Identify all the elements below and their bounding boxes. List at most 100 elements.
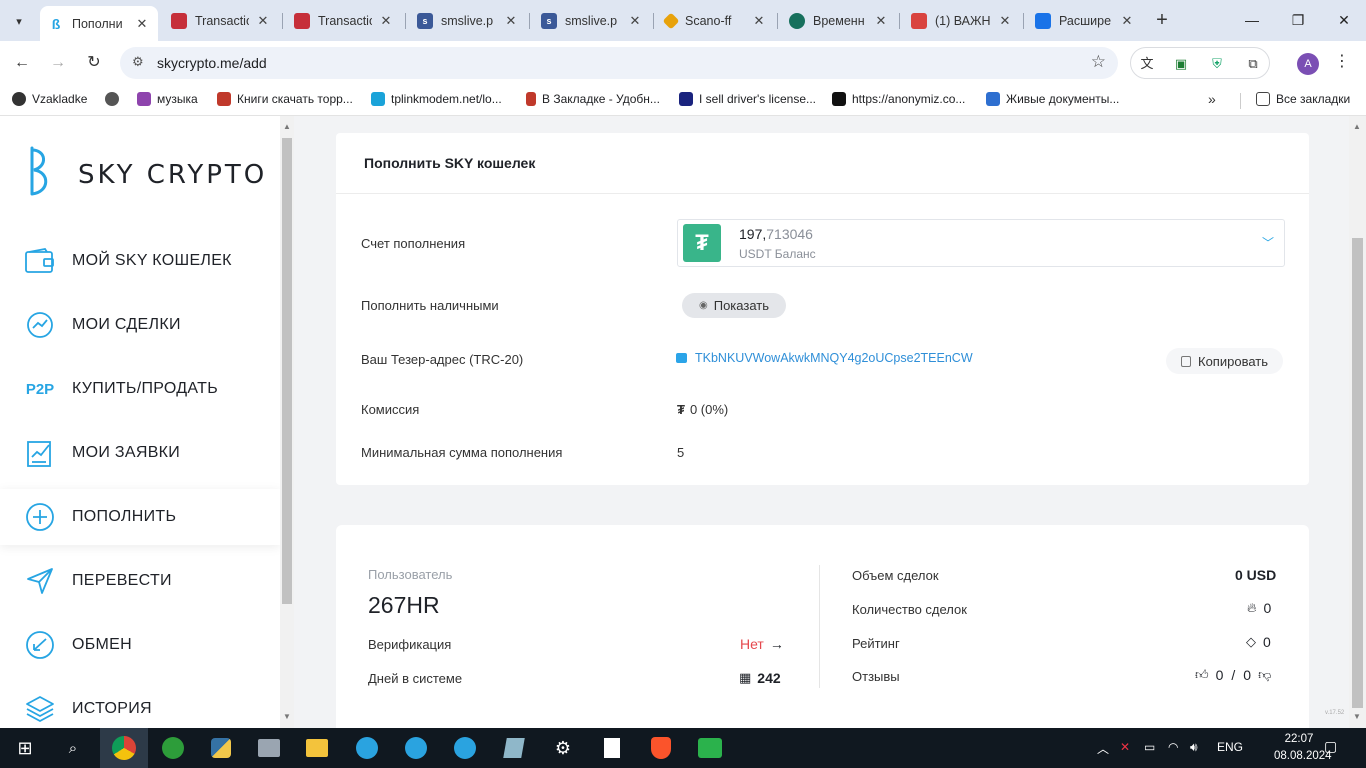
nav-item-history[interactable]: ИСТОРИЯ [0,681,280,728]
tab-scano[interactable]: Scano-ff ✕ [657,6,775,35]
tab-extensions[interactable]: Расшире ✕ [1027,6,1143,35]
chrome-taskbar-icon[interactable] [100,728,148,768]
close-icon[interactable]: ✕ [503,13,519,29]
file-explorer-icon[interactable] [302,733,332,763]
windows-start-icon[interactable]: ⊞ [10,733,40,763]
url-text[interactable]: skycrypto.me/add [157,55,267,71]
bookmark-item[interactable]: Vzakladke [12,92,87,106]
sms-icon: s [417,12,433,29]
scroll-up-icon[interactable]: ▲ [283,122,291,131]
network-manager-icon[interactable] [254,733,284,763]
nav-item-deposit[interactable]: ПОПОЛНИТЬ [0,489,280,545]
tab-label: Расшире [1059,13,1112,28]
bookmark-item[interactable]: Книги скачать торр... [217,92,353,106]
close-icon[interactable]: ✕ [997,13,1013,29]
bookmark-item[interactable]: tplinkmodem.net/lo... [371,92,502,106]
extension-robot-icon[interactable]: ▣ [1171,54,1191,74]
nav-item-deals[interactable]: МОИ СДЕЛКИ [0,297,280,353]
close-icon[interactable]: ✕ [627,13,643,29]
forward-arrow-icon[interactable]: → [45,51,71,75]
nav-item-exchange[interactable]: ОБМЕН [0,617,280,673]
telegram-icon[interactable] [450,733,480,763]
sidebar-scrollbar[interactable]: ▲ ▼ [280,116,294,728]
battery-icon[interactable]: ▭ [1144,740,1155,754]
settings-gear-icon[interactable]: ⚙ [548,733,578,763]
bookmark-item[interactable]: I sell driver's license... [679,92,816,106]
tray-overflow-icon[interactable]: ︿ [1097,740,1109,757]
bookmark-item[interactable]: Живые документы... [986,92,1119,106]
bookmark-item[interactable]: музыка [137,92,198,106]
translate-icon[interactable]: 文 [1137,54,1157,74]
address-text[interactable]: TKbNKUVWowAkwkMNQY4g2oUCpse2TEEnCW [695,351,973,365]
close-icon[interactable]: ✕ [255,13,271,29]
tab-transactions-2[interactable]: Transactio ✕ [286,6,402,35]
shield-extension-icon[interactable]: ⛨ [1207,54,1227,74]
tab-smslive-2[interactable]: s smslive.p ✕ [533,6,651,35]
show-button[interactable]: ◉ Показать [682,293,786,318]
scroll-up-icon[interactable]: ▲ [1353,122,1361,131]
chevron-down-icon[interactable]: ﹀ [1262,234,1274,251]
app-cube-icon[interactable] [499,733,529,763]
copy-button[interactable]: Копировать [1166,348,1283,374]
bookmark-star-icon[interactable]: ☆ [1091,52,1106,72]
eye-icon: ◉ [699,300,708,311]
tether-address[interactable]: TKbNKUVWowAkwkMNQY4g2oUCpse2TEEnCW [676,351,973,365]
bookmarks-overflow-icon[interactable]: » [1208,91,1216,107]
logo[interactable]: SKY CRYPTO [28,146,268,200]
tab-search-chevron-icon[interactable]: ▾ [6,8,32,34]
close-icon[interactable]: ✕ [751,13,767,29]
new-tab-plus-icon[interactable]: + [1150,9,1174,33]
tab-skycrypto[interactable]: ß Пополни ✕ [40,6,158,41]
robot-app-icon[interactable] [695,733,725,763]
address-bar[interactable]: ⚙ skycrypto.me/add ☆ [120,47,1118,79]
close-icon[interactable]: ✕ [134,16,150,32]
bookmark-item[interactable] [105,92,125,106]
bookmark-item[interactable]: https://anonymiz.co... [832,92,965,106]
nav-item-transfer[interactable]: ПЕРЕВЕСТИ [0,553,280,609]
min-amount-value: 5 [677,445,685,460]
minimize-icon[interactable]: — [1238,8,1266,32]
clock[interactable]: 22:07 08.08.2024 [1274,731,1332,765]
tray-app-icon[interactable]: ✕ [1120,740,1130,754]
scroll-down-icon[interactable]: ▼ [1353,712,1361,721]
language-indicator[interactable]: ENG [1217,740,1243,754]
page-scroll-thumb[interactable] [1352,238,1363,708]
page-scrollbar[interactable]: ▲ ▼ [1349,116,1366,728]
bookmarks-separator [1240,93,1241,109]
restore-icon[interactable]: ❐ [1284,8,1312,32]
python-icon[interactable] [206,733,236,763]
tab-temp[interactable]: Временн ✕ [781,6,897,35]
telegram-icon[interactable] [352,733,382,763]
nav-item-p2p[interactable]: P2P КУПИТЬ/ПРОДАТЬ [0,361,280,417]
telegram-icon[interactable] [401,733,431,763]
notepad-icon[interactable] [597,733,627,763]
profile-avatar[interactable]: A [1297,53,1319,75]
tab-mail[interactable]: (1) ВАЖН ✕ [903,6,1021,35]
bookmark-item[interactable]: В Закладке - Удобн... [526,92,660,106]
extensions-puzzle-icon[interactable]: ⧉ [1243,54,1263,74]
scroll-down-icon[interactable]: ▼ [283,712,291,721]
account-select[interactable]: ₮ 197,713046 USDT Баланс ﹀ [677,219,1285,267]
volume-icon[interactable]: 🔊︎ [1190,740,1198,755]
tab-transactions-1[interactable]: Transactio ✕ [163,6,279,35]
more-menu-icon[interactable]: ⋮ [1334,51,1350,71]
site-settings-icon[interactable]: ⚙ [132,54,144,70]
sidebar-scroll-thumb[interactable] [282,138,292,604]
nav-item-wallet[interactable]: МОЙ SKY КОШЕЛЕК [0,233,280,289]
brave-icon[interactable] [646,733,676,763]
utorrent-icon[interactable] [158,733,188,763]
close-icon[interactable]: ✕ [873,13,889,29]
window-close-icon[interactable]: ✕ [1330,8,1358,32]
all-bookmarks[interactable]: Все закладки [1256,92,1350,106]
reload-icon[interactable]: ↻ [81,51,107,75]
close-icon[interactable]: ✕ [1119,13,1135,29]
notifications-icon[interactable]: ▢ [1324,738,1337,755]
back-arrow-icon[interactable]: ← [9,51,35,75]
v-logo-icon [679,92,693,106]
verification-link[interactable]: Нет → [740,636,784,652]
nav-item-orders[interactable]: МОИ ЗАЯВКИ [0,425,280,481]
tab-smslive-1[interactable]: s smslive.p ✕ [409,6,527,35]
close-icon[interactable]: ✕ [378,13,394,29]
wifi-icon[interactable]: ◠ [1168,740,1178,754]
search-icon[interactable]: ⌕ [58,733,88,763]
